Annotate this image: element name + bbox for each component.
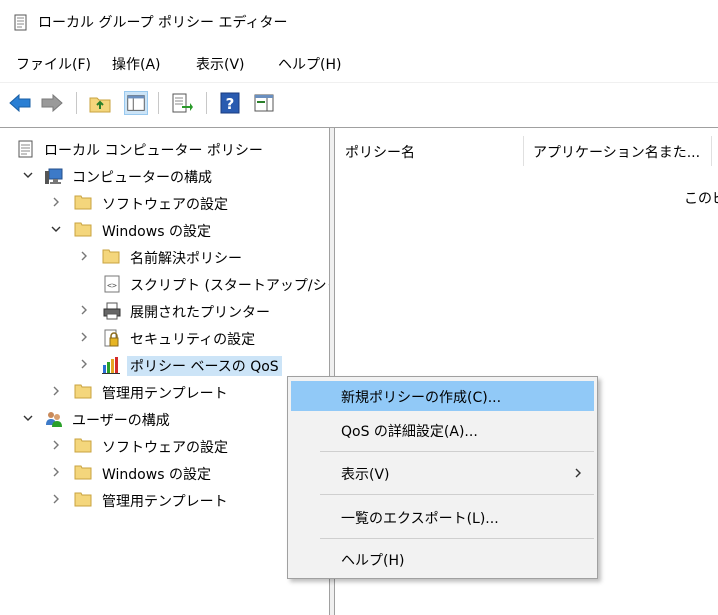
tree-item-root[interactable]: ローカル コンピューター ポリシー xyxy=(0,136,329,162)
menu-item-new-policy[interactable]: 新規ポリシーの作成(C)... xyxy=(291,381,594,411)
chevron-right-icon[interactable] xyxy=(50,385,62,397)
qos-chart-icon xyxy=(102,357,120,374)
menu-item-new-policy-label: 新規ポリシーの作成(C)... xyxy=(341,390,502,406)
help-icon[interactable]: ? xyxy=(218,91,242,115)
tree-label-user-config: ユーザーの構成 xyxy=(72,413,170,429)
tree-label-uc-software: ソフトウェアの設定 xyxy=(102,440,228,456)
tree-item-uc-windows[interactable]: Windows の設定 xyxy=(0,460,329,486)
tree-label-scripts: スクリプト (スタートアップ/シャ xyxy=(130,278,329,294)
menu-item-export[interactable]: 一覧のエクスポート(L)... xyxy=(291,502,594,532)
tree-label-cc-windows: Windows の設定 xyxy=(102,224,211,240)
folder-open-icon xyxy=(74,222,92,237)
empty-list-message: このビ xyxy=(684,191,718,207)
tree-pane: ローカル コンピューター ポリシー コンピューターの構成 ソフトウェアの設定 W… xyxy=(0,128,329,615)
chevron-down-icon[interactable] xyxy=(50,223,62,235)
tree-item-user-config[interactable]: ユーザーの構成 xyxy=(0,406,329,432)
chevron-right-icon[interactable] xyxy=(50,439,62,451)
printer-icon xyxy=(103,302,121,320)
export-list-icon[interactable] xyxy=(170,91,194,115)
back-arrow-icon[interactable] xyxy=(8,91,32,115)
menu-bar: ファイル(F) 操作(A) 表示(V) ヘルプ(H) xyxy=(0,44,718,82)
menu-item-export-label: 一覧のエクスポート(L)... xyxy=(341,511,499,527)
tree-item-cc-software[interactable]: ソフトウェアの設定 xyxy=(0,190,329,216)
tree-label-qos: ポリシー ベースの QoS xyxy=(127,356,282,376)
menu-separator xyxy=(320,538,594,539)
policy-document-icon xyxy=(18,140,33,158)
up-folder-icon[interactable] xyxy=(88,91,112,115)
tree-label-root: ローカル コンピューター ポリシー xyxy=(44,143,263,159)
menu-view[interactable]: 表示(V) xyxy=(196,54,245,74)
chevron-right-icon[interactable] xyxy=(50,493,62,505)
chevron-right-icon[interactable] xyxy=(50,196,62,208)
tree-label-security: セキュリティの設定 xyxy=(130,332,256,348)
svg-text:?: ? xyxy=(226,95,235,113)
tree-item-scripts[interactable]: <> スクリプト (スタートアップ/シャ xyxy=(0,271,329,297)
menu-item-help[interactable]: ヘルプ(H) xyxy=(291,544,594,574)
menu-item-qos-advanced-label: QoS の詳細設定(A)... xyxy=(341,424,478,440)
chevron-down-icon[interactable] xyxy=(22,169,34,181)
folder-icon xyxy=(74,465,92,480)
title-bar: ローカル グループ ポリシー エディター xyxy=(0,0,718,44)
tree-label-cc-software: ソフトウェアの設定 xyxy=(102,197,228,213)
menu-item-view[interactable]: 表示(V) xyxy=(291,458,594,488)
svg-text:<>: <> xyxy=(107,281,117,290)
tree-label-printers: 展開されたプリンター xyxy=(130,305,270,321)
chevron-right-icon[interactable] xyxy=(50,466,62,478)
tree-item-security[interactable]: セキュリティの設定 xyxy=(0,325,329,351)
tree-item-printers[interactable]: 展開されたプリンター xyxy=(0,298,329,324)
menu-file[interactable]: ファイル(F) xyxy=(16,54,91,74)
context-menu: 新規ポリシーの作成(C)... QoS の詳細設定(A)... 表示(V) 一覧… xyxy=(287,376,598,579)
folder-icon xyxy=(74,492,92,507)
forward-arrow-icon[interactable] xyxy=(40,91,64,115)
tree-item-computer-config[interactable]: コンピューターの構成 xyxy=(0,163,329,189)
menu-separator xyxy=(320,451,594,452)
menu-separator xyxy=(320,494,594,495)
toolbar: ? xyxy=(0,82,718,123)
folder-icon xyxy=(74,384,92,399)
tree-label-uc-admin: 管理用テンプレート xyxy=(102,494,228,510)
tree-item-name-resolution[interactable]: 名前解決ポリシー xyxy=(0,244,329,270)
chevron-right-icon[interactable] xyxy=(78,304,90,316)
tree-item-cc-admin[interactable]: 管理用テンプレート xyxy=(0,379,329,405)
tree-label-uc-windows: Windows の設定 xyxy=(102,467,211,483)
menu-item-qos-advanced[interactable]: QoS の詳細設定(A)... xyxy=(291,415,594,445)
computer-icon xyxy=(45,168,63,184)
tree-label-cc-admin: 管理用テンプレート xyxy=(102,386,228,402)
folder-icon xyxy=(74,438,92,453)
chevron-right-icon[interactable] xyxy=(78,250,90,262)
chevron-right-icon[interactable] xyxy=(78,358,90,370)
folder-icon xyxy=(74,195,92,210)
tree-label-name-resolution: 名前解決ポリシー xyxy=(130,251,242,267)
users-icon xyxy=(46,412,62,427)
chevron-down-icon[interactable] xyxy=(22,412,34,424)
menu-item-view-label: 表示(V) xyxy=(341,467,390,483)
window-title: ローカル グループ ポリシー エディター xyxy=(38,15,288,31)
menu-help[interactable]: ヘルプ(H) xyxy=(278,54,341,74)
script-icon: <> xyxy=(104,275,120,293)
tree-item-uc-admin[interactable]: 管理用テンプレート xyxy=(0,487,329,513)
security-lock-icon xyxy=(104,329,119,347)
chevron-right-icon[interactable] xyxy=(78,331,90,343)
menu-action[interactable]: 操作(A) xyxy=(112,54,161,74)
tree-item-cc-windows[interactable]: Windows の設定 xyxy=(0,217,329,243)
column-header-application[interactable]: アプリケーション名また... xyxy=(533,142,700,162)
tree-item-uc-software[interactable]: ソフトウェアの設定 xyxy=(0,433,329,459)
folder-icon xyxy=(102,249,120,264)
chevron-right-icon xyxy=(575,468,581,478)
show-hide-tree-icon[interactable] xyxy=(124,91,148,115)
properties-pane-icon[interactable] xyxy=(252,91,276,115)
policy-editor-icon xyxy=(14,14,27,31)
tree-item-qos[interactable]: ポリシー ベースの QoS xyxy=(0,352,329,378)
tree-label-computer-config: コンピューターの構成 xyxy=(72,170,212,186)
column-header-policy-name[interactable]: ポリシー名 xyxy=(345,142,415,162)
menu-item-help-label: ヘルプ(H) xyxy=(341,553,405,569)
